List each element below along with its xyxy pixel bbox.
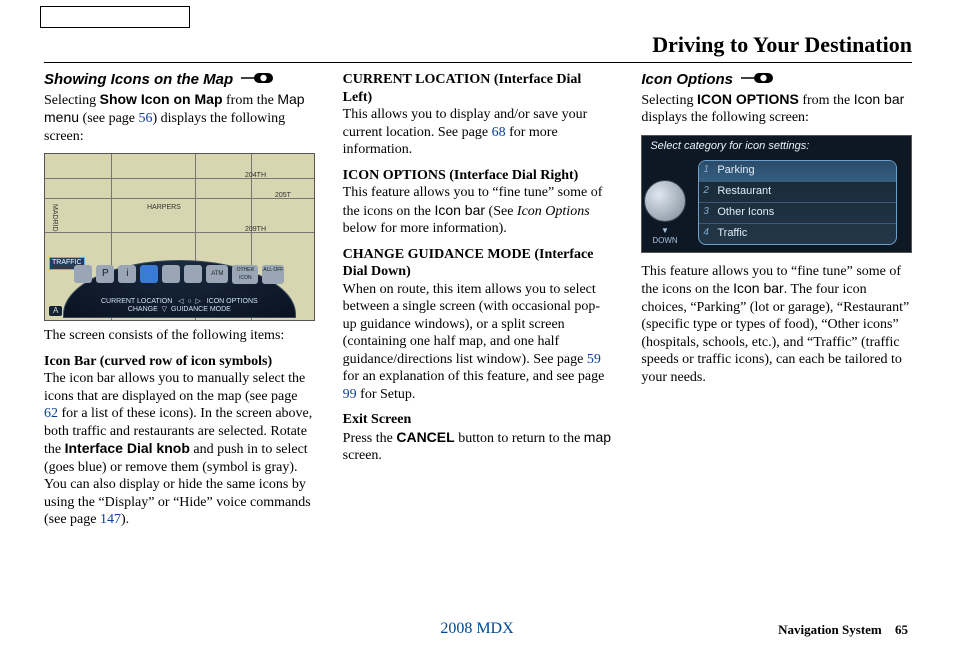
list-item: 3Other Icons xyxy=(699,203,896,224)
column-1: Showing Icons on the Map Selecting Show … xyxy=(44,71,315,537)
column-2: CURRENT LOCATION (Interface Dial Left) T… xyxy=(343,71,614,537)
dock-icon-parking: P xyxy=(96,265,114,283)
subhead-exit-screen: Exit Screen xyxy=(343,411,614,429)
section-title-showing-icons: Showing Icons on the Map xyxy=(44,71,233,90)
page-footer: 2008 MDX Navigation System 65 xyxy=(0,622,954,638)
dock-label-guidance: GUIDANCE MODE xyxy=(171,306,231,313)
icon-bar-dock: P i ATM OTHER ICON ALL OFF CURRENT LOCAT… xyxy=(63,260,296,318)
page-ref-68[interactable]: 68 xyxy=(492,125,506,140)
page-ref-99[interactable]: 99 xyxy=(343,387,357,402)
dock-icon xyxy=(74,265,92,283)
dock-icon xyxy=(162,265,180,283)
page-ref-147[interactable]: 147 xyxy=(100,512,121,527)
col2-iconopt-body: This feature allows you to “fine tune” s… xyxy=(343,184,614,238)
col2-change-body: When on route, this item allows you to s… xyxy=(343,281,614,404)
footer-model-year: 2008 MDX xyxy=(0,620,954,638)
col1-iconbar-body: The icon bar allows you to manually sele… xyxy=(44,370,315,529)
page-ref-59[interactable]: 59 xyxy=(587,352,601,367)
dock-icon-info: i xyxy=(118,265,136,283)
dial-icon xyxy=(644,180,686,222)
subhead-icon-bar: Icon Bar (curved row of icon symbols) xyxy=(44,353,315,371)
dock-label-change: CHANGE xyxy=(128,306,158,313)
dock-icon-atm: ATM xyxy=(206,265,228,283)
col2-exit-body: Press the CANCEL button to return to the… xyxy=(343,429,614,465)
map-screenshot: 204TH 205T 209TH HARPERS MADRID TRAFFIC … xyxy=(44,153,315,321)
col1-intro: Selecting Show Icon on Map from the Map … xyxy=(44,91,315,146)
list-item: 1Parking xyxy=(699,161,896,182)
subhead-current-location: CURRENT LOCATION (Interface Dial Left) xyxy=(343,71,614,106)
list-item: 4Traffic xyxy=(699,224,896,244)
interface-dial-icon xyxy=(741,71,773,91)
dock-label-current: CURRENT LOCATION xyxy=(101,298,172,305)
interface-dial-icon xyxy=(241,71,273,91)
down-label: ▼DOWN xyxy=(652,226,677,246)
dock-label-iconopt: ICON OPTIONS xyxy=(207,298,258,305)
map-scale: A xyxy=(49,306,62,316)
dock-icon-restaurant xyxy=(140,265,158,283)
subhead-icon-options: ICON OPTIONS (Interface Dial Right) xyxy=(343,167,614,185)
dock-icon-alloff: ALL OFF xyxy=(262,265,284,284)
page-ref-62[interactable]: 62 xyxy=(44,406,58,421)
dock-icon-other: OTHER ICON xyxy=(232,265,258,284)
section-title-icon-options: Icon Options xyxy=(641,71,733,90)
column-3: Icon Options Selecting ICON OPTIONS from… xyxy=(641,71,912,537)
top-blank-box xyxy=(40,6,190,28)
col3-intro: Selecting ICON OPTIONS from the Icon bar… xyxy=(641,91,912,127)
list-item: 2Restaurant xyxy=(699,182,896,203)
col3-body: This feature allows you to “fine tune” s… xyxy=(641,263,912,387)
iconopt-list: 1Parking 2Restaurant 3Other Icons 4Traff… xyxy=(698,160,897,245)
page-title: Driving to Your Destination xyxy=(44,32,912,63)
col1-screen-consists: The screen consists of the following ite… xyxy=(44,327,315,345)
iconopt-screen-title: Select category for icon settings: xyxy=(642,136,911,160)
col2-curloc-body: This allows you to display and/or save y… xyxy=(343,106,614,159)
icon-options-screenshot: Select category for icon settings: ▼DOWN… xyxy=(641,135,912,253)
page-ref-56[interactable]: 56 xyxy=(139,111,153,126)
dock-icon xyxy=(184,265,202,283)
subhead-change-guidance: CHANGE GUIDANCE MODE (Interface Dial Dow… xyxy=(343,246,614,281)
